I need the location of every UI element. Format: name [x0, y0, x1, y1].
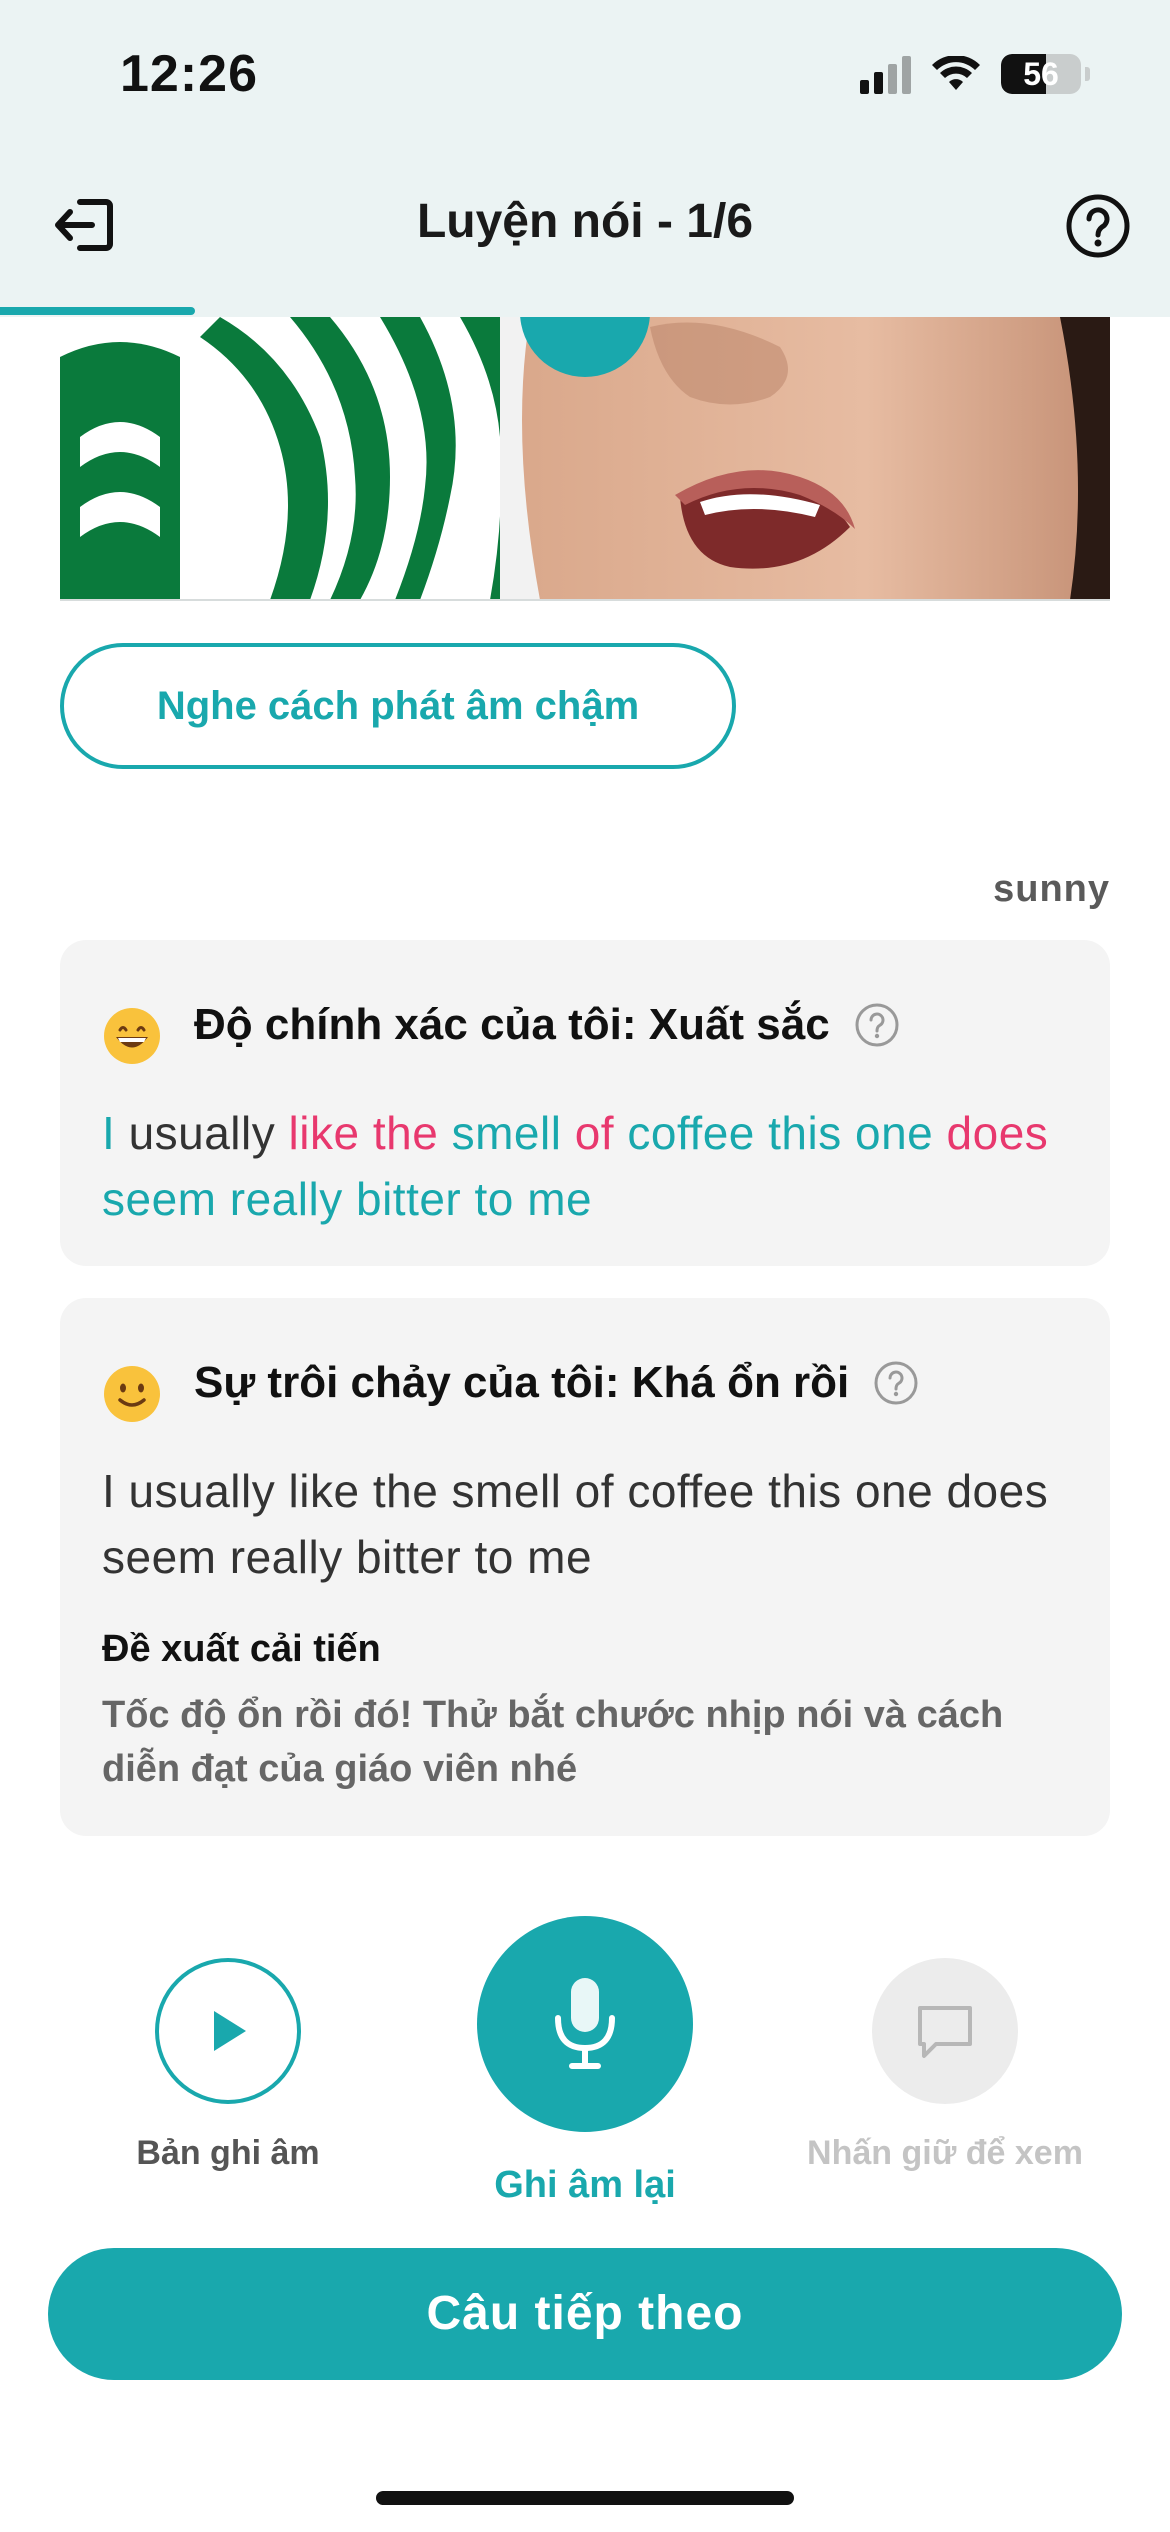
- fluency-title: Sự trôi chảy của tôi: Khá ổn rồi: [194, 1358, 850, 1407]
- accuracy-word: one: [855, 1107, 934, 1159]
- home-indicator[interactable]: [376, 2491, 794, 2505]
- username-label: sunny: [993, 868, 1110, 910]
- battery-icon: 56: [1001, 54, 1081, 94]
- rerecord-button[interactable]: [477, 1916, 693, 2132]
- next-sentence-button[interactable]: Câu tiếp theo: [48, 2248, 1122, 2380]
- accuracy-word: really: [229, 1173, 343, 1225]
- accuracy-word: coffee: [627, 1107, 755, 1159]
- my-recording-control: Bản ghi âm: [120, 1958, 336, 2173]
- accuracy-word: this: [768, 1107, 842, 1159]
- accuracy-word: seem: [102, 1173, 217, 1225]
- listen-slow-button[interactable]: Nghe cách phát âm chậm: [60, 643, 736, 769]
- accuracy-word: to: [474, 1173, 514, 1225]
- chat-bubble-icon: [918, 2006, 972, 2058]
- my-recording-label: Bản ghi âm: [136, 2134, 320, 2172]
- accuracy-word: of: [574, 1107, 615, 1159]
- microphone-icon: [555, 1978, 615, 2069]
- question-circle-icon[interactable]: [873, 1360, 919, 1406]
- accuracy-word: the: [372, 1107, 439, 1159]
- accuracy-word: smell: [451, 1107, 562, 1159]
- hold-to-view-label: Nhấn giữ để xem: [807, 2134, 1083, 2172]
- accuracy-word: usually: [128, 1107, 276, 1159]
- suggestion-body: Tốc độ ổn rồi đó! Thử bắt chước nhịp nói…: [102, 1694, 1004, 1790]
- hold-to-view-button[interactable]: [872, 1958, 1018, 2104]
- fluency-header: Sự trôi chảy của tôi: Khá ổn rồi: [102, 1342, 919, 1424]
- wifi-icon: [932, 56, 980, 90]
- page-title: Luyện nói - 1/6: [416, 195, 754, 248]
- accuracy-word: me: [527, 1173, 593, 1225]
- video-divider: [60, 599, 1110, 601]
- battery-percent: 56: [1023, 56, 1059, 92]
- fluency-card: Sự trôi chảy của tôi: Khá ổn rồi I usual…: [60, 1298, 1110, 1836]
- rerecord-label: Ghi âm lại: [494, 2164, 676, 2206]
- accuracy-card: Độ chính xác của tôi: Xuất sắc I usually…: [60, 940, 1110, 1266]
- suggestion-title: Đề xuất cải tiến: [102, 1628, 381, 1670]
- accuracy-title: Độ chính xác của tôi: Xuất sắc: [194, 1000, 830, 1049]
- lesson-progress-fill: [0, 307, 196, 315]
- rerecord-control: Ghi âm lại: [470, 1916, 700, 2207]
- accuracy-header: Độ chính xác của tôi: Xuất sắc: [102, 984, 900, 1066]
- question-circle-icon[interactable]: [854, 1002, 900, 1048]
- play-recording-button[interactable]: [155, 1958, 301, 2104]
- slightly-smiling-face-icon: [104, 1366, 160, 1422]
- header: Luyện nói - 1/6: [0, 180, 1170, 270]
- video-player[interactable]: [60, 317, 1110, 600]
- battery-tip: [1085, 67, 1090, 81]
- grinning-face-icon: [104, 1008, 160, 1064]
- accuracy-word: like: [288, 1107, 360, 1159]
- lesson-progress-bar: [0, 307, 1170, 315]
- cellular-signal-icon: [860, 54, 911, 94]
- status-time: 12:26: [120, 45, 258, 103]
- fluency-sentence: I usually like the smell of coffee this …: [102, 1465, 1049, 1583]
- coffee-logo-image: [60, 317, 520, 600]
- accuracy-word: does: [946, 1107, 1049, 1159]
- accuracy-word: I: [102, 1107, 116, 1159]
- help-icon[interactable]: [1064, 192, 1132, 260]
- status-icons: 56: [860, 54, 1090, 94]
- accuracy-sentence: I usually like the smell of coffee this …: [102, 1100, 1060, 1232]
- accuracy-word: bitter: [355, 1173, 462, 1225]
- hold-to-view-control: Nhấn giữ để xem: [780, 1958, 1110, 2173]
- play-icon: [214, 2011, 246, 2051]
